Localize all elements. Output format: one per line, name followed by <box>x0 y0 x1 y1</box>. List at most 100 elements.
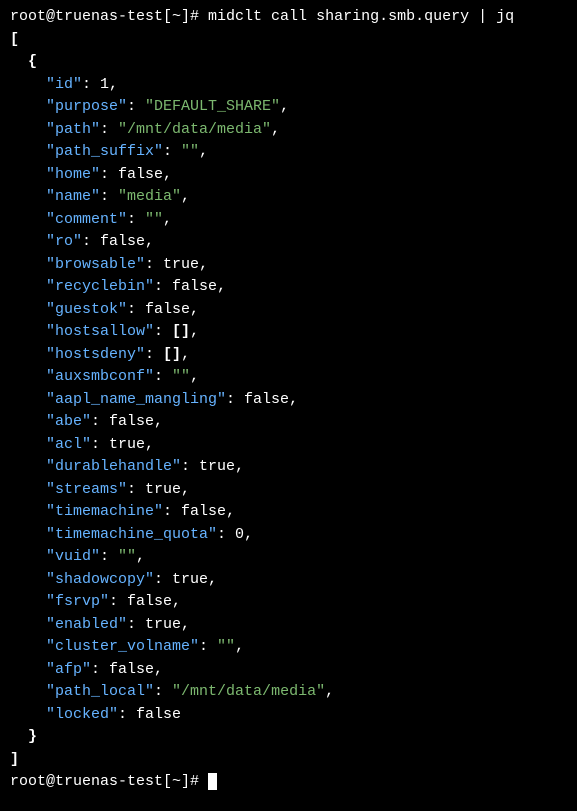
json-key: "vuid" <box>46 548 100 565</box>
json-row: "enabled": true, <box>10 614 567 637</box>
json-comma: , <box>136 548 145 565</box>
json-key: "abe" <box>46 413 91 430</box>
json-separator: : <box>181 458 199 475</box>
json-key: "durablehandle" <box>46 458 181 475</box>
json-key: "hostsallow" <box>46 323 154 340</box>
json-value: "media" <box>118 188 181 205</box>
json-value: false <box>109 413 154 430</box>
json-value: false <box>109 661 154 678</box>
json-comma: , <box>199 256 208 273</box>
json-key: "path" <box>46 121 100 138</box>
json-comma: , <box>226 503 235 520</box>
json-row: "locked": false <box>10 704 567 727</box>
json-key: "streams" <box>46 481 127 498</box>
json-value: true <box>163 256 199 273</box>
json-value: false <box>181 503 226 520</box>
json-comma: , <box>181 346 190 363</box>
json-comma: , <box>154 413 163 430</box>
json-separator: : <box>154 323 172 340</box>
json-row: "fsrvp": false, <box>10 591 567 614</box>
json-key: "path_suffix" <box>46 143 163 160</box>
json-key: "ro" <box>46 233 82 250</box>
json-value: "DEFAULT_SHARE" <box>145 98 280 115</box>
json-comma: , <box>145 233 154 250</box>
json-row: "auxsmbconf": "", <box>10 366 567 389</box>
json-value: false <box>100 233 145 250</box>
json-value: "" <box>118 548 136 565</box>
json-key: "aapl_name_mangling" <box>46 391 226 408</box>
json-key: "timemachine_quota" <box>46 526 217 543</box>
json-key: "home" <box>46 166 100 183</box>
json-body: "id": 1,"purpose": "DEFAULT_SHARE","path… <box>10 74 567 727</box>
json-separator: : <box>145 256 163 273</box>
json-separator: : <box>127 98 145 115</box>
json-row: "path_local": "/mnt/data/media", <box>10 681 567 704</box>
json-row: "name": "media", <box>10 186 567 209</box>
json-comma: , <box>109 76 118 93</box>
json-close-array: ] <box>10 749 567 772</box>
json-value: false <box>127 593 172 610</box>
json-value: [] <box>163 346 181 363</box>
json-separator: : <box>199 638 217 655</box>
json-value: true <box>145 616 181 633</box>
json-comma: , <box>235 638 244 655</box>
json-separator: : <box>127 301 145 318</box>
json-value: true <box>199 458 235 475</box>
json-comma: , <box>190 323 199 340</box>
json-key: "locked" <box>46 706 118 723</box>
json-value: true <box>109 436 145 453</box>
json-separator: : <box>154 368 172 385</box>
json-separator: : <box>127 211 145 228</box>
json-separator: : <box>91 413 109 430</box>
json-separator: : <box>226 391 244 408</box>
json-separator: : <box>82 76 100 93</box>
json-value: "/mnt/data/media" <box>172 683 325 700</box>
json-comma: , <box>271 121 280 138</box>
json-separator: : <box>127 616 145 633</box>
json-separator: : <box>109 593 127 610</box>
json-key: "hostsdeny" <box>46 346 145 363</box>
json-comma: , <box>145 436 154 453</box>
json-comma: , <box>280 98 289 115</box>
shell-prompt-2: root@truenas-test[~]# <box>10 773 208 790</box>
json-comma: , <box>325 683 334 700</box>
json-key: "path_local" <box>46 683 154 700</box>
json-key: "guestok" <box>46 301 127 318</box>
json-value: false <box>145 301 190 318</box>
json-row: "shadowcopy": true, <box>10 569 567 592</box>
shell-command: midclt call sharing.smb.query | jq <box>208 8 514 25</box>
json-separator: : <box>91 436 109 453</box>
json-row: "aapl_name_mangling": false, <box>10 389 567 412</box>
json-separator: : <box>118 706 136 723</box>
json-separator: : <box>91 661 109 678</box>
json-comma: , <box>199 143 208 160</box>
json-row: "comment": "", <box>10 209 567 232</box>
json-separator: : <box>145 346 163 363</box>
json-row: "path_suffix": "", <box>10 141 567 164</box>
json-key: "enabled" <box>46 616 127 633</box>
json-separator: : <box>217 526 235 543</box>
json-value: false <box>118 166 163 183</box>
json-key: "acl" <box>46 436 91 453</box>
json-comma: , <box>190 368 199 385</box>
json-separator: : <box>154 683 172 700</box>
json-separator: : <box>100 166 118 183</box>
json-row: "ro": false, <box>10 231 567 254</box>
json-key: "browsable" <box>46 256 145 273</box>
json-row: "durablehandle": true, <box>10 456 567 479</box>
json-value: true <box>172 571 208 588</box>
json-close-object: } <box>10 726 567 749</box>
cursor-icon <box>208 773 217 790</box>
json-row: "timemachine_quota": 0, <box>10 524 567 547</box>
json-value: 1 <box>100 76 109 93</box>
json-value: false <box>172 278 217 295</box>
json-separator: : <box>100 121 118 138</box>
json-value: false <box>244 391 289 408</box>
json-key: "auxsmbconf" <box>46 368 154 385</box>
json-key: "shadowcopy" <box>46 571 154 588</box>
json-comma: , <box>181 188 190 205</box>
command-line-2[interactable]: root@truenas-test[~]# <box>10 771 567 794</box>
json-key: "afp" <box>46 661 91 678</box>
json-row: "purpose": "DEFAULT_SHARE", <box>10 96 567 119</box>
json-value: "" <box>217 638 235 655</box>
